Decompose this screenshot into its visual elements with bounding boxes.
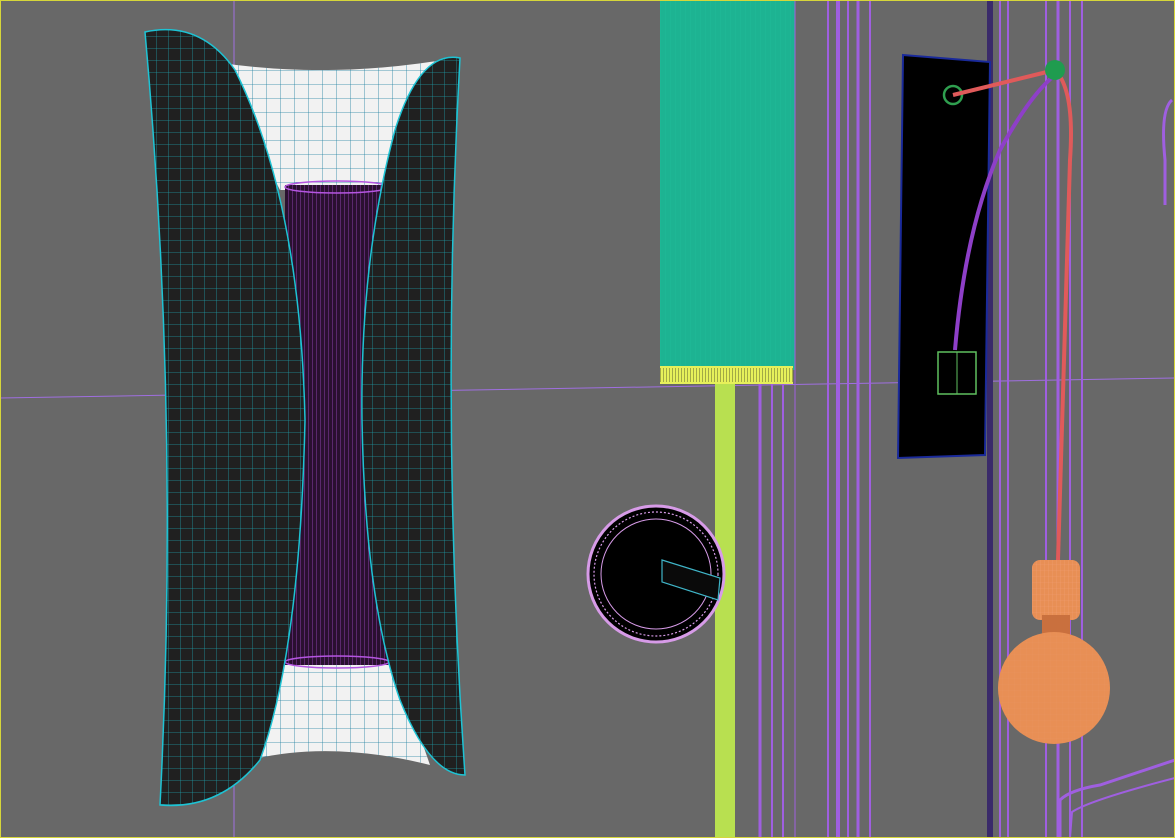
round-knob[interactable] xyxy=(586,504,726,644)
cord-anchor xyxy=(1045,60,1065,80)
wall-sconce-mesh[interactable] xyxy=(144,28,466,807)
3d-viewport[interactable] xyxy=(0,0,1175,838)
lamp-rod xyxy=(715,384,735,838)
scene-canvas[interactable] xyxy=(0,0,1175,838)
cylinder-lamp[interactable] xyxy=(660,0,795,838)
wall-backplate[interactable] xyxy=(896,53,992,460)
pendant-bulb[interactable] xyxy=(998,560,1110,744)
